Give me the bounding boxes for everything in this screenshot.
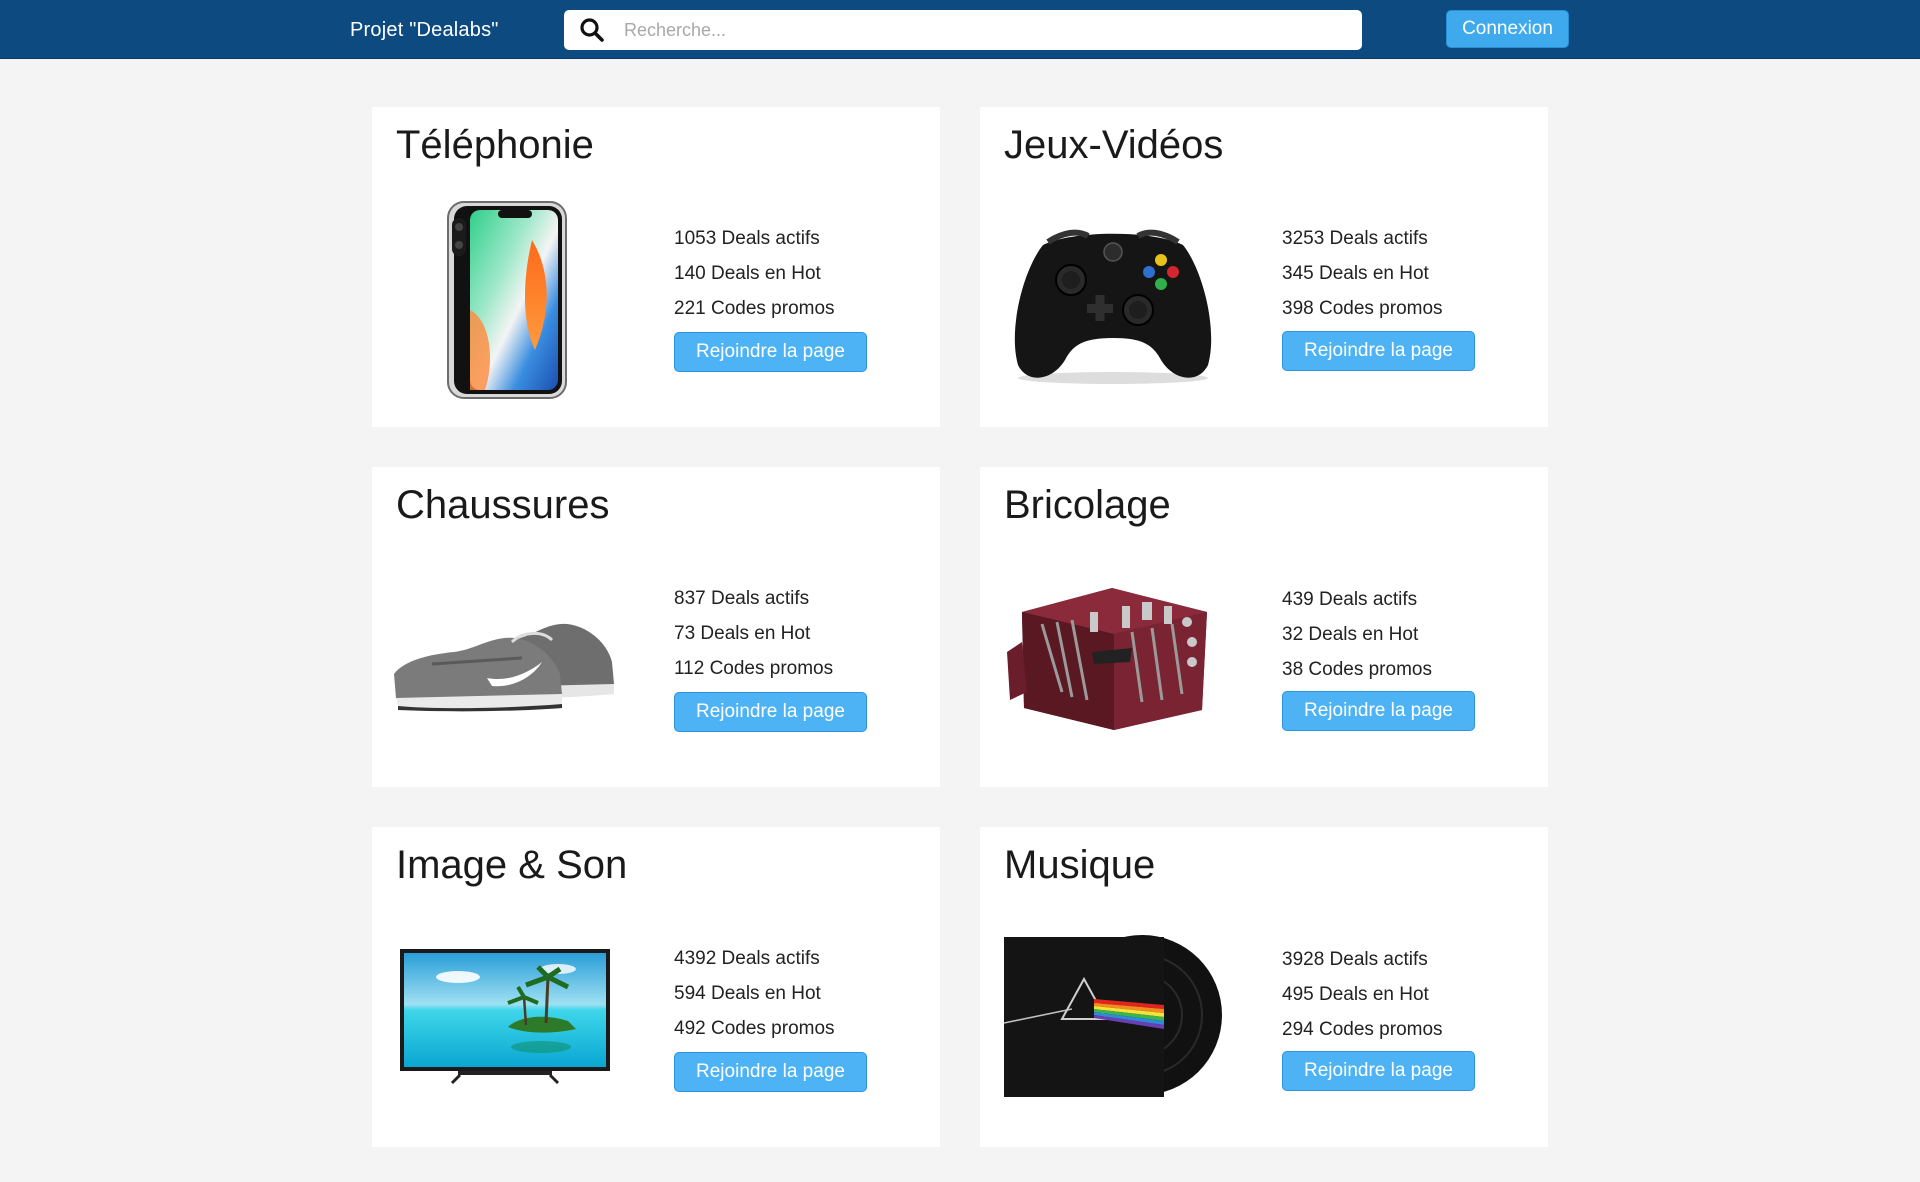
hot-deals-count: 345 Deals en Hot [1282,263,1429,284]
category-title: Téléphonie [396,123,594,167]
category-title: Bricolage [1004,483,1171,527]
promo-codes-count: 398 Codes promos [1282,298,1443,319]
hot-deals-count: 594 Deals en Hot [674,983,821,1004]
active-deals-count: 837 Deals actifs [674,588,810,609]
join-page-button[interactable]: Rejoindre la page [1282,691,1475,731]
search-icon[interactable] [570,10,614,50]
promo-codes-count: 294 Codes promos [1282,1019,1443,1040]
hot-deals-count: 32 Deals en Hot [1282,624,1419,645]
login-button[interactable]: Connexion [1446,10,1569,48]
category-card-jeux-videos: Jeux-Vidéos 3253 Deals actifs 345 Deals … [980,107,1548,427]
sneaker-image [390,577,620,737]
vinyl-album-image [998,927,1228,1107]
category-title: Image & Son [396,843,628,887]
join-page-button[interactable]: Rejoindre la page [674,692,867,732]
join-page-button[interactable]: Rejoindre la page [1282,1051,1475,1091]
category-stats: 3253 Deals actifs 345 Deals en Hot 398 C… [1282,221,1443,326]
join-page-button[interactable]: Rejoindre la page [674,332,867,372]
active-deals-count: 4392 Deals actifs [674,948,820,969]
category-card-telephonie: Téléphonie 1053 Deals actifs 140 Deals e… [372,107,940,427]
active-deals-count: 439 Deals actifs [1282,589,1418,610]
category-card-musique: Musique 3928 Deals actifs 495 Deals en H… [980,827,1548,1147]
hot-deals-count: 140 Deals en Hot [674,263,821,284]
promo-codes-count: 38 Codes promos [1282,659,1432,680]
search-input[interactable] [614,12,1362,48]
search-bar [564,10,1362,50]
active-deals-count: 1053 Deals actifs [674,228,820,249]
active-deals-count: 3253 Deals actifs [1282,228,1428,249]
category-card-image-son: Image & Son 4392 Deals actifs 594 Deals … [372,827,940,1147]
category-stats: 837 Deals actifs 73 Deals en Hot 112 Cod… [674,581,833,686]
category-stats: 1053 Deals actifs 140 Deals en Hot 221 C… [674,221,835,326]
category-title: Musique [1004,843,1156,887]
category-title: Chaussures [396,483,610,527]
television-image [390,932,620,1102]
toolbox-image [998,567,1228,747]
category-card-chaussures: Chaussures 837 Deals actifs 73 Deals en … [372,467,940,787]
join-page-button[interactable]: Rejoindre la page [674,1052,867,1092]
category-title: Jeux-Vidéos [1004,123,1224,167]
hot-deals-count: 495 Deals en Hot [1282,984,1429,1005]
category-stats: 3928 Deals actifs 495 Deals en Hot 294 C… [1282,942,1443,1047]
top-navbar: Projet "Dealabs" Connexion [0,0,1920,59]
promo-codes-count: 112 Codes promos [674,658,834,679]
game-controller-image [998,195,1228,405]
promo-codes-count: 221 Codes promos [674,298,835,319]
active-deals-count: 3928 Deals actifs [1282,949,1428,970]
promo-codes-count: 492 Codes promos [674,1018,835,1039]
category-card-bricolage: Bricolage 439 Deals actifs 32 Deals en H… [980,467,1548,787]
smartphone-image [390,195,620,405]
brand-title[interactable]: Projet "Dealabs" [350,19,499,42]
hot-deals-count: 73 Deals en Hot [674,623,811,644]
category-stats: 4392 Deals actifs 594 Deals en Hot 492 C… [674,941,835,1046]
category-stats: 439 Deals actifs 32 Deals en Hot 38 Code… [1282,582,1432,687]
join-page-button[interactable]: Rejoindre la page [1282,331,1475,371]
